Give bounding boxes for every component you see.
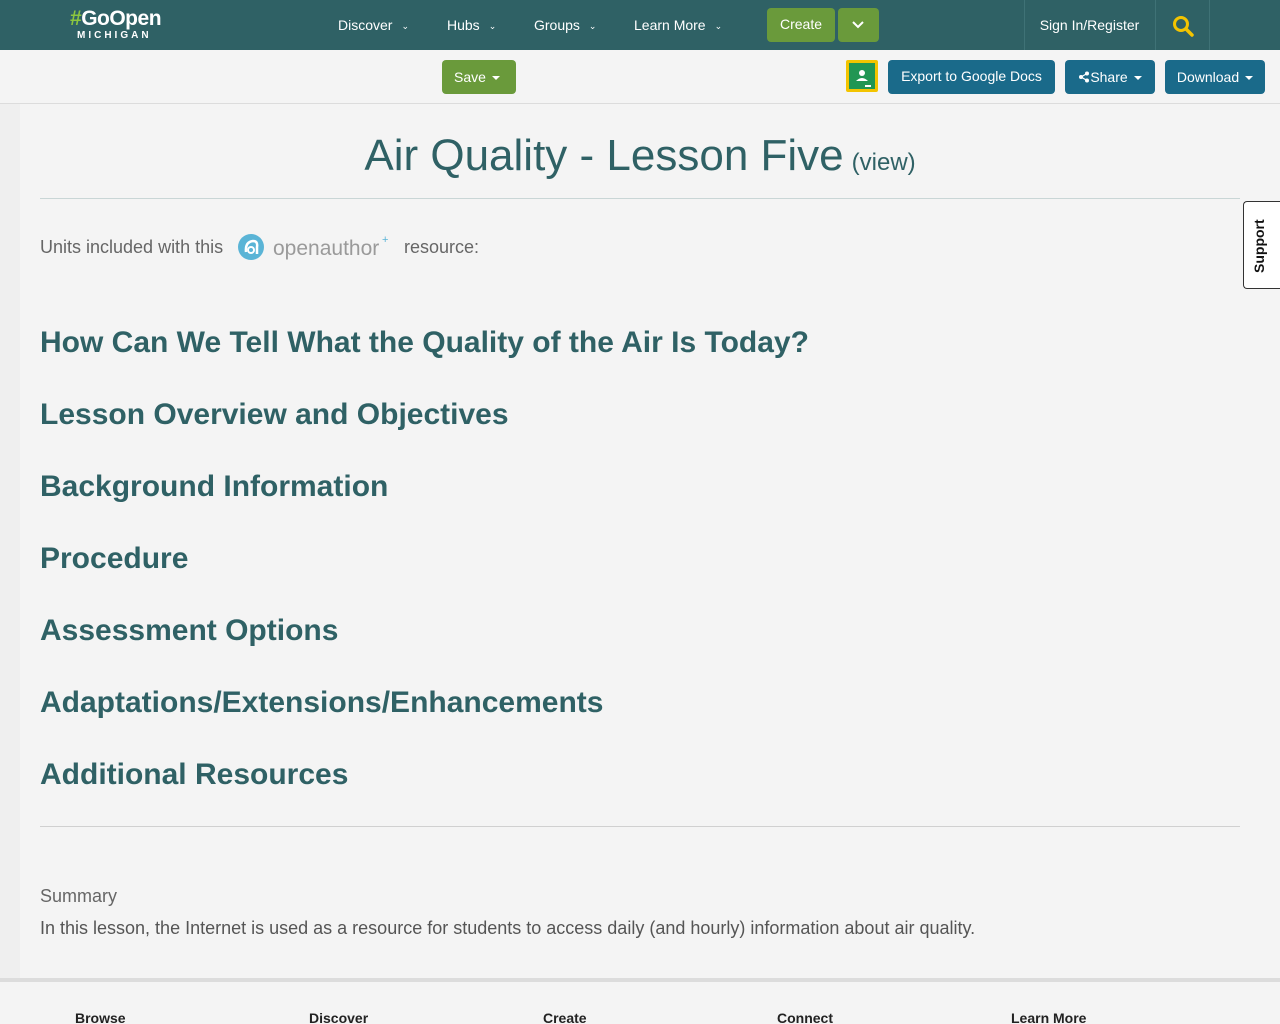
chevron-down-icon: ⌄ [588, 21, 597, 31]
resource-title-area: Air Quality - Lesson Five (view) [40, 131, 1240, 187]
google-classroom-icon[interactable] [846, 60, 878, 92]
nav-hubs[interactable]: Hubs ⌄ [447, 0, 496, 50]
chevron-down-icon: ⌄ [401, 21, 410, 31]
svg-text:+: + [382, 234, 388, 246]
unit-link[interactable]: Additional Resources [40, 758, 348, 792]
download-button[interactable]: Download [1165, 60, 1265, 94]
caret-down-icon [491, 76, 500, 80]
goopen-michigan-logo[interactable]: #GoOpen MICHIGAN [70, 8, 180, 44]
footer-heading-learn-more: Learn More [1011, 1010, 1087, 1024]
caret-down-icon [1245, 76, 1254, 80]
units-intro-text: Units included with this [40, 237, 224, 257]
openauthor-logo: openauthor + [236, 230, 392, 262]
resource-main-panel [20, 104, 1280, 978]
footer-heading-connect: Connect [777, 1010, 833, 1024]
unit-link[interactable]: Adaptations/Extensions/Enhancements [40, 686, 603, 720]
page-footer [0, 982, 1280, 1024]
summary-label: Summary [40, 886, 118, 906]
chevron-down-icon: ⌄ [714, 21, 723, 31]
chevron-down-icon [852, 21, 864, 29]
title-divider [40, 198, 1240, 199]
chevron-down-icon: ⌄ [488, 21, 497, 31]
footer-heading-discover: Discover [309, 1010, 369, 1024]
units-suffix-text: resource: [404, 237, 480, 257]
summary-text: In this lesson, the Internet is used as … [40, 918, 976, 938]
footer-heading-browse: Browse [75, 1010, 126, 1024]
unit-link[interactable]: Lesson Overview and Objectives [40, 398, 509, 432]
create-dropdown-button[interactable] [838, 8, 879, 42]
sign-in-register-link[interactable]: Sign In/Register [1024, 0, 1155, 50]
nav-learn-more[interactable]: Learn More ⌄ [634, 0, 722, 50]
export-google-docs-button[interactable]: Export to Google Docs [888, 60, 1055, 94]
left-gutter [0, 104, 20, 978]
resource-title: Air Quality - Lesson Five [364, 131, 844, 180]
search-button[interactable] [1156, 0, 1210, 50]
share-icon [1079, 71, 1090, 83]
svg-text:openauthor: openauthor [273, 237, 379, 260]
view-link[interactable]: (view) [852, 149, 916, 176]
unit-link[interactable]: Assessment Options [40, 614, 338, 648]
unit-link[interactable]: Procedure [40, 542, 188, 576]
nav-divider [1209, 0, 1210, 50]
resource-action-bar: Save Export to Google Docs Share Downloa… [0, 50, 1280, 104]
sections-divider [40, 826, 1240, 827]
create-button[interactable]: Create [767, 8, 835, 42]
share-button[interactable]: Share [1065, 60, 1155, 94]
unit-link[interactable]: Background Information [40, 470, 388, 504]
search-icon [1173, 16, 1194, 37]
caret-down-icon [1133, 76, 1142, 80]
nav-groups[interactable]: Groups ⌄ [534, 0, 596, 50]
top-navbar: #GoOpen MICHIGAN Discover ⌄ Hubs ⌄ Groups ⌄… [0, 0, 1280, 50]
unit-link[interactable]: How Can We Tell What the Quality of the … [40, 326, 809, 360]
support-tab[interactable]: Support [1243, 201, 1280, 289]
save-button[interactable]: Save [442, 60, 516, 94]
nav-discover[interactable]: Discover ⌄ [338, 0, 409, 50]
footer-heading-create: Create [543, 1010, 587, 1024]
